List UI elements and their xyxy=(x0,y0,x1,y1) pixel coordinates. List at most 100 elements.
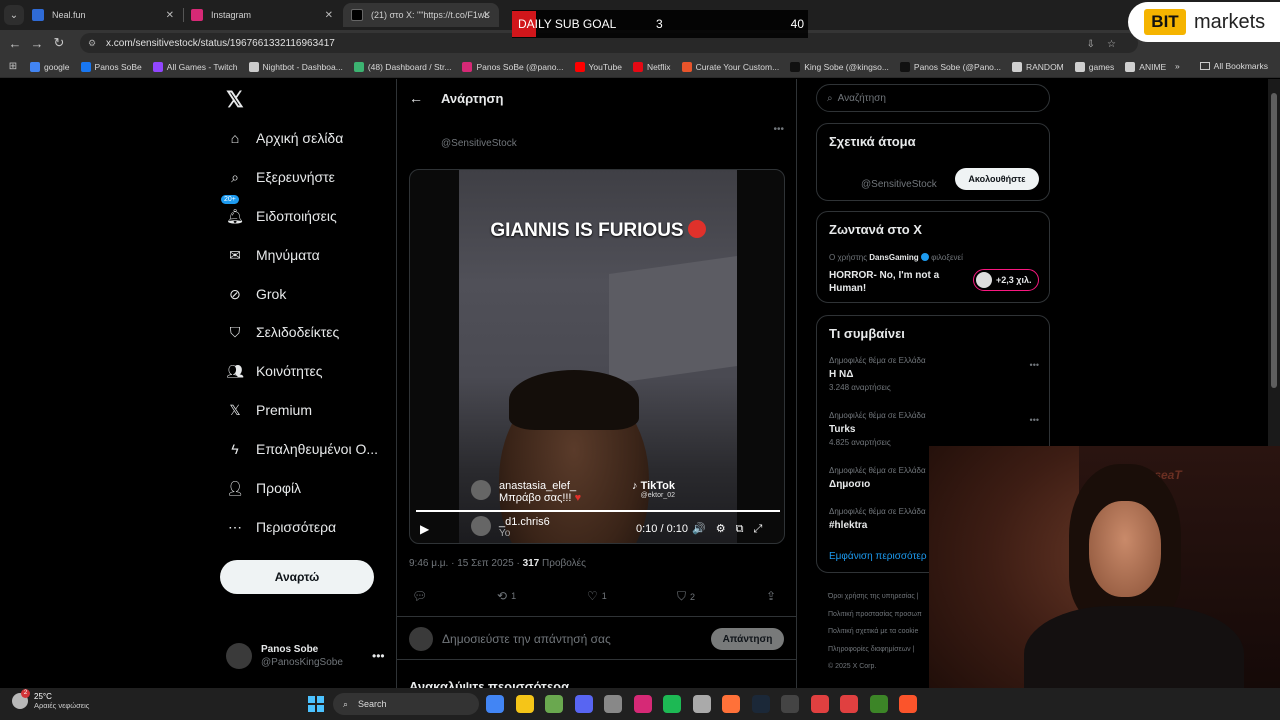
taskbar-app-icon[interactable] xyxy=(663,695,681,713)
taskbar-app-icon[interactable] xyxy=(751,695,770,713)
bookmark-item[interactable]: Panos Sobe (@Pano... xyxy=(899,61,1001,72)
more-dots-icon[interactable]: ••• xyxy=(372,649,385,663)
sponsor-name: markets xyxy=(1194,10,1266,33)
nav-item-lightning[interactable]: ϟ Επαληθευμένοι Ο... xyxy=(226,440,378,458)
close-tab-icon[interactable]: ✕ xyxy=(325,10,333,21)
trend-more-dots-icon[interactable]: ••• xyxy=(1030,360,1039,370)
tab-search-button[interactable]: ⌄ xyxy=(4,5,24,25)
trend-item[interactable]: Δημοφιλές θέμα σε Ελλάδα Turks 4.825 αναρτ… xyxy=(829,411,926,447)
tab-instagram[interactable]: Instagram ✕ xyxy=(183,3,341,27)
close-tab-icon[interactable]: ✕ xyxy=(483,10,491,21)
like-button[interactable]: ♡ 1 xyxy=(587,589,607,603)
taskbar-search[interactable]: ⌕ Search xyxy=(333,693,479,715)
scrollbar-thumb[interactable] xyxy=(1271,93,1277,388)
post-more-dots-icon[interactable]: ••• xyxy=(773,124,784,135)
settings-icon[interactable]: ⚙ xyxy=(716,523,736,535)
post-button[interactable]: Αναρτώ xyxy=(220,560,374,594)
forward-arrow-icon[interactable]: → xyxy=(26,36,48,51)
trend-item[interactable]: Δημοφιλές θέμα σε Ελλάδα Δημοσιο xyxy=(829,466,926,493)
search-input[interactable]: ⌕ Αναζήτηση xyxy=(816,84,1050,112)
bookmark-item[interactable]: ANIME xyxy=(1125,61,1166,72)
bookmark-item[interactable]: Panos SoBe (@pano... xyxy=(462,61,564,72)
nav-item-mail[interactable]: ✉ Μηνύματα xyxy=(226,246,320,264)
popout-icon[interactable]: ⧉ xyxy=(736,523,754,535)
nav-item-x-logo[interactable]: 𝕏 Premium xyxy=(226,401,312,419)
live-on-x-card[interactable]: Ζωντανά στο X Ο χρήστης DansGaming φιλοξ… xyxy=(816,211,1050,303)
trend-item[interactable]: Δημοφιλές θέμα σε Ελλάδα #hlektra xyxy=(829,507,926,534)
weather-widget[interactable]: 2 25°C Αραιές νεφώσεις xyxy=(12,689,89,710)
site-info-icon[interactable]: ⚙ xyxy=(88,38,98,48)
post-author-handle[interactable]: @SensitiveStock xyxy=(441,138,517,149)
nav-item-search[interactable]: ⌕ Εξερευνήστε xyxy=(226,168,335,186)
bookmark-item[interactable]: (48) Dashboard / Str... xyxy=(353,61,451,72)
bookmark-item[interactable]: Panos SoBe xyxy=(80,61,142,72)
bookmark-item[interactable]: YouTube xyxy=(574,61,622,72)
trend-item[interactable]: Δημοφιλές θέμα σε Ελλάδα Η ΝΔ 3.248 αναρτή… xyxy=(829,356,926,392)
share-button[interactable]: ⇪ xyxy=(766,589,780,603)
reload-icon[interactable]: ↻ xyxy=(48,35,70,51)
taskbar-app-icon[interactable] xyxy=(722,695,740,713)
play-icon[interactable]: ▶ xyxy=(420,522,429,536)
chevron-right-icon[interactable]: » xyxy=(1175,61,1180,71)
video-person-hair xyxy=(509,370,639,430)
all-bookmarks-link[interactable]: All Bookmarks xyxy=(1214,61,1268,71)
follow-button[interactable]: Ακολουθήστε xyxy=(955,168,1039,190)
taskbar-app-icon[interactable] xyxy=(899,695,917,713)
show-more-link[interactable]: Εμφάνιση περισσότερ xyxy=(829,551,927,562)
reply-submit-button[interactable]: Απάντηση xyxy=(711,628,784,650)
repost-button[interactable]: ⟲ 1 xyxy=(497,589,516,603)
taskbar-app-icon[interactable] xyxy=(486,695,504,713)
taskbar-app-icon[interactable] xyxy=(545,695,563,713)
live-listeners-pill[interactable]: +2,3 χιλ. xyxy=(973,269,1039,291)
close-tab-icon[interactable]: ✕ xyxy=(166,10,174,21)
taskbar-app-icon[interactable] xyxy=(869,695,888,713)
bookmark-item[interactable]: All Games - Twitch xyxy=(152,61,238,72)
bookmark-label: Panos SoBe (@pano... xyxy=(476,61,564,72)
related-handle[interactable]: @SensitiveStock xyxy=(861,179,937,190)
taskbar-app-icon[interactable] xyxy=(604,695,622,713)
taskbar-app-icon[interactable] xyxy=(840,695,858,713)
bookmark-item[interactable]: Netflix xyxy=(632,61,671,72)
taskbar-app-icon[interactable] xyxy=(692,695,711,713)
fullscreen-icon[interactable]: ⤢ xyxy=(753,523,772,535)
install-icon[interactable]: ⇩ xyxy=(1087,39,1107,50)
nav-item-bell[interactable]: 🔔︎ 20+ Ειδοποιήσεις xyxy=(221,195,337,225)
nav-item-communities[interactable]: 👥︎ Κοινότητες xyxy=(226,362,322,380)
start-button[interactable] xyxy=(308,696,324,712)
apps-grid-icon[interactable]: ⊞ xyxy=(2,61,24,72)
tab-x-post[interactable]: (21) στο X: ""https://t.co/F1wLi ✕ xyxy=(343,3,499,27)
x-logo-icon[interactable]: 𝕏 xyxy=(226,87,244,113)
bookmark-item[interactable]: games xyxy=(1074,61,1114,72)
nav-item-bookmark[interactable]: ⛉ Σελιδοδείκτες xyxy=(226,323,340,341)
reply-button[interactable]: 💬︎ xyxy=(412,589,431,603)
star-icon[interactable]: ☆ xyxy=(1107,39,1128,50)
taskbar-app-icon[interactable] xyxy=(633,695,652,713)
bookmark-item[interactable]: King Sobe (@kingso... xyxy=(790,61,889,72)
taskbar-app-icon[interactable] xyxy=(515,695,534,713)
taskbar-app-icon[interactable] xyxy=(574,695,593,713)
bookmark-item[interactable]: RANDOM xyxy=(1011,61,1064,72)
nav-item-grok[interactable]: ⊘ Grok xyxy=(226,285,286,303)
back-arrow-icon[interactable]: ← xyxy=(409,90,423,106)
video-progress-bar[interactable] xyxy=(416,510,780,512)
bookmark-item[interactable]: google xyxy=(30,61,70,72)
nav-item-more-circle[interactable]: ⋯ Περισσότερα xyxy=(226,518,336,536)
bookmark-item[interactable]: Curate Your Custom... xyxy=(681,61,779,72)
tab-neal-fun[interactable]: Neal.fun ✕ xyxy=(24,3,182,27)
search-icon: ⌕ xyxy=(231,168,239,185)
taskbar-app-icon[interactable] xyxy=(810,695,829,713)
bookmark-item[interactable]: Nightbot - Dashboa... xyxy=(248,61,343,72)
bookmark-button[interactable]: ⛉ 2 xyxy=(677,589,695,604)
nav-item-home[interactable]: ⌂ Αρχική σελίδα xyxy=(226,129,344,147)
back-arrow-icon[interactable]: ← xyxy=(4,36,26,51)
profile-icon: 👤︎ xyxy=(226,479,244,496)
nav-item-profile[interactable]: 👤︎ Προφίλ xyxy=(226,479,301,497)
account-switcher[interactable]: Panos Sobe @PanosKingSobe ••• xyxy=(226,643,385,669)
video-caption: GIANNIS IS FURIOUS xyxy=(459,220,737,242)
video-player[interactable]: GIANNIS IS FURIOUS anastasia_elef_ Μπράβ… xyxy=(409,169,785,544)
reply-input[interactable]: Δημοσιεύστε την απάντησή σας xyxy=(442,632,611,646)
trend-more-dots-icon[interactable]: ••• xyxy=(1030,415,1039,425)
taskbar-app-icon[interactable] xyxy=(781,695,799,713)
volume-icon[interactable]: 🔊 xyxy=(692,523,716,535)
post-timestamp[interactable]: 9:46 μ.μ. · 15 Σεπ 2025 · xyxy=(409,558,523,569)
